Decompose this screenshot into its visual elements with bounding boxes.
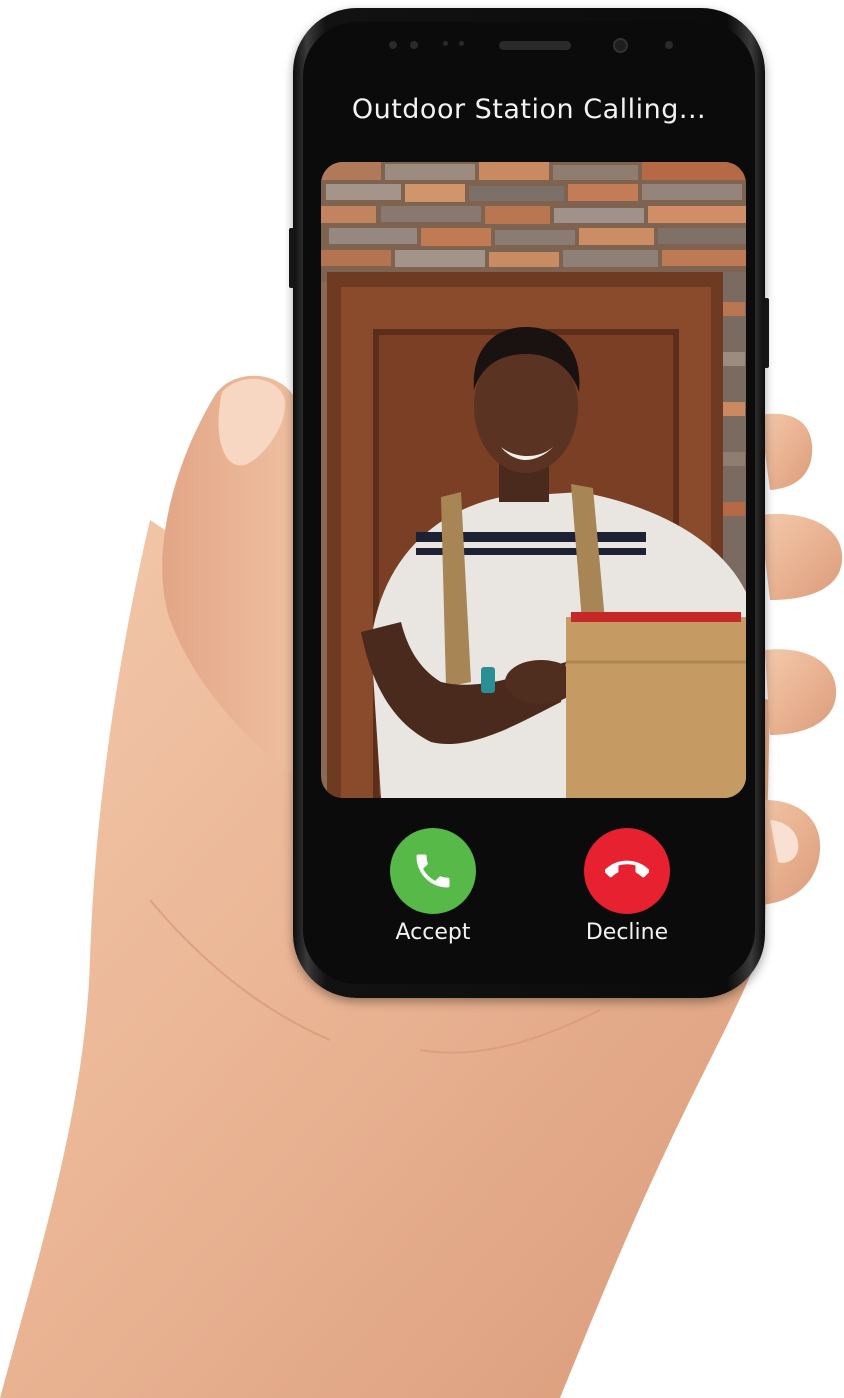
smartphone: Outdoor Station Calling... Accept Declin… (289, 8, 769, 998)
accept-label: Accept (395, 920, 471, 945)
sensor-dot (459, 41, 464, 46)
sensor-dot (443, 41, 448, 46)
volume-button (289, 228, 294, 288)
decline-label: Decline (585, 920, 669, 945)
sensor-dot (389, 41, 397, 49)
phone-hangup-icon (605, 860, 649, 878)
accept-call-button[interactable] (390, 828, 476, 914)
sensor-dot (665, 41, 673, 49)
earpiece-speaker (499, 41, 571, 50)
sensor-dot (410, 41, 418, 49)
power-button (764, 298, 769, 368)
phone-screen: Outdoor Station Calling... Accept Declin… (303, 22, 755, 984)
call-title: Outdoor Station Calling... (351, 94, 707, 125)
doorbell-video-feed (321, 162, 746, 798)
decline-call-button[interactable] (584, 828, 670, 914)
front-camera-icon (613, 38, 628, 53)
phone-icon (416, 854, 450, 888)
sensor-bar (303, 36, 755, 54)
package-box (566, 617, 746, 798)
